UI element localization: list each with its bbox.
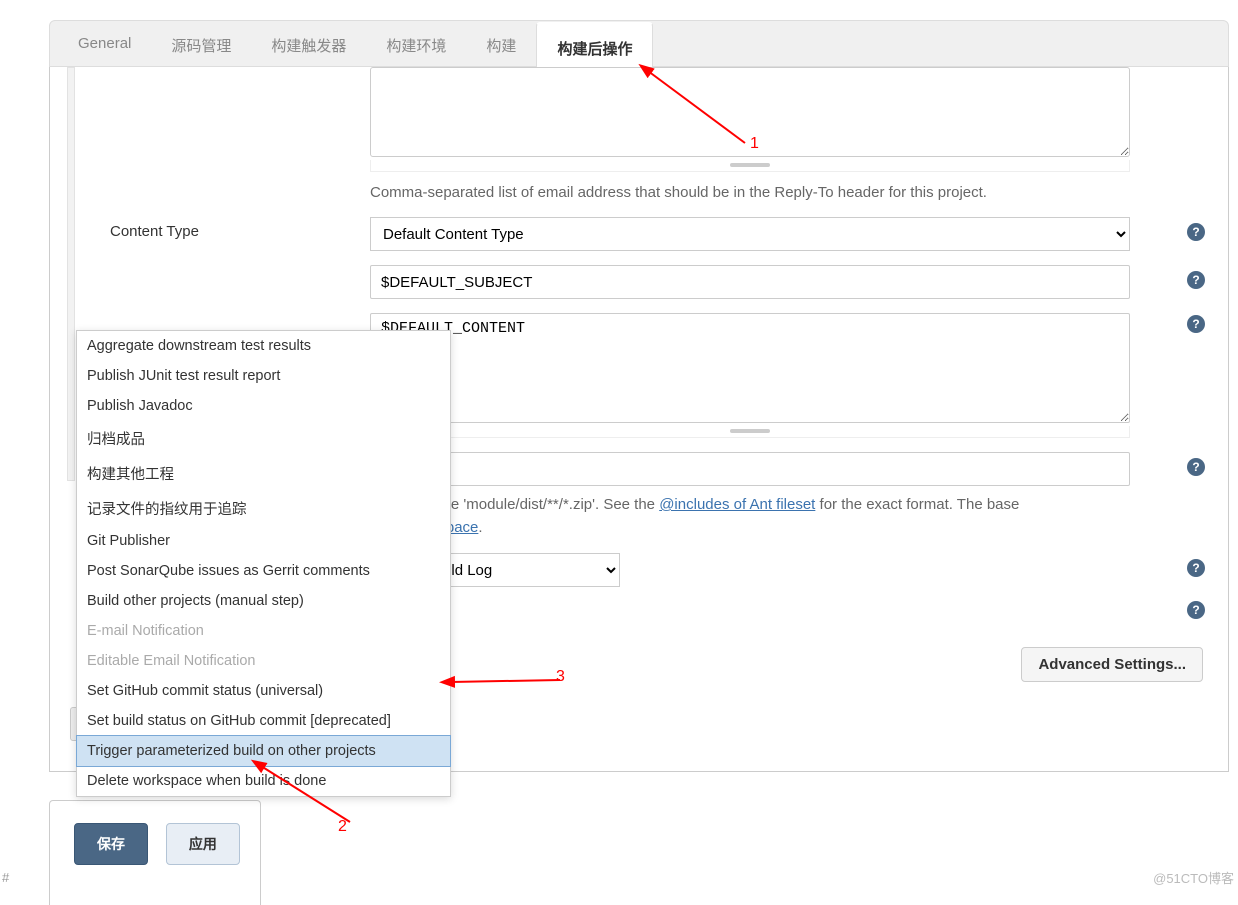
section-drag-handle[interactable] xyxy=(67,67,75,481)
save-button[interactable]: 保存 xyxy=(74,823,148,865)
dd-item-build-other[interactable]: 构建其他工程 xyxy=(77,456,450,491)
tab-post-build[interactable]: 构建后操作 xyxy=(536,22,653,67)
help-icon[interactable]: ? xyxy=(1187,315,1205,333)
config-body: Comma-separated list of email address th… xyxy=(49,67,1229,772)
dd-item-trigger-parameterized[interactable]: Trigger parameterized build on other pro… xyxy=(76,735,451,767)
content-type-select[interactable]: Default Content Type xyxy=(370,217,1130,251)
annotation-label-2: 2 xyxy=(338,818,347,836)
dd-item-archive[interactable]: 归档成品 xyxy=(77,421,450,456)
help-icon[interactable]: ? xyxy=(1187,458,1205,476)
dd-item-javadoc[interactable]: Publish Javadoc xyxy=(77,391,450,421)
attachments-input[interactable] xyxy=(370,452,1130,486)
dd-item-github-status-deprecated[interactable]: Set build status on GitHub commit [depre… xyxy=(77,706,450,736)
default-content-textarea[interactable]: $DEFAULT_CONTENT xyxy=(370,313,1130,423)
reply-to-textarea[interactable] xyxy=(370,67,1130,157)
dd-item-delete-workspace[interactable]: Delete workspace when build is done xyxy=(77,766,450,796)
apply-button[interactable]: 应用 xyxy=(166,823,240,865)
tab-general[interactable]: General xyxy=(58,21,151,66)
dd-item-aggregate[interactable]: Aggregate downstream test results xyxy=(77,331,450,361)
dd-item-editable-email: Editable Email Notification xyxy=(77,646,450,676)
resize-grip[interactable] xyxy=(370,426,1130,438)
tab-scm[interactable]: 源码管理 xyxy=(151,21,251,66)
config-page: General 源码管理 构建触发器 构建环境 构建 构建后操作 Comma-s… xyxy=(49,20,1229,772)
resize-grip[interactable] xyxy=(370,160,1130,172)
tab-triggers[interactable]: 构建触发器 xyxy=(251,21,366,66)
dd-item-sonarqube[interactable]: Post SonarQube issues as Gerrit comments xyxy=(77,556,450,586)
wildcards-hint: wildcards like 'module/dist/**/*.zip'. S… xyxy=(370,494,1070,539)
advanced-settings-button[interactable]: Advanced Settings... xyxy=(1021,647,1203,682)
dd-item-fingerprint[interactable]: 记录文件的指纹用于追踪 xyxy=(77,491,450,526)
dd-item-github-status[interactable]: Set GitHub commit status (universal) xyxy=(77,676,450,706)
dd-item-email: E-mail Notification xyxy=(77,616,450,646)
help-icon[interactable]: ? xyxy=(1187,271,1205,289)
config-tabs: General 源码管理 构建触发器 构建环境 构建 构建后操作 xyxy=(49,20,1229,67)
help-icon[interactable]: ? xyxy=(1187,601,1205,619)
ant-fileset-link[interactable]: @includes of Ant fileset xyxy=(659,496,815,513)
post-build-step-dropdown: Aggregate downstream test results Publis… xyxy=(76,330,451,797)
default-subject-input[interactable] xyxy=(370,265,1130,299)
help-icon[interactable]: ? xyxy=(1187,559,1205,577)
dd-item-build-manual[interactable]: Build other projects (manual step) xyxy=(77,586,450,616)
hash-mark: # xyxy=(2,870,9,885)
watermark: @51CTO博客 xyxy=(1153,868,1234,887)
reply-to-hint: Comma-separated list of email address th… xyxy=(370,182,1140,203)
tab-build[interactable]: 构建 xyxy=(466,21,536,66)
help-icon[interactable]: ? xyxy=(1187,223,1205,241)
dd-item-junit[interactable]: Publish JUnit test result report xyxy=(77,361,450,391)
dd-item-git-publisher[interactable]: Git Publisher xyxy=(77,526,450,556)
content-type-label: Content Type xyxy=(110,217,370,240)
footer-actions: 保存 应用 xyxy=(49,800,261,905)
tab-build-env[interactable]: 构建环境 xyxy=(366,21,466,66)
